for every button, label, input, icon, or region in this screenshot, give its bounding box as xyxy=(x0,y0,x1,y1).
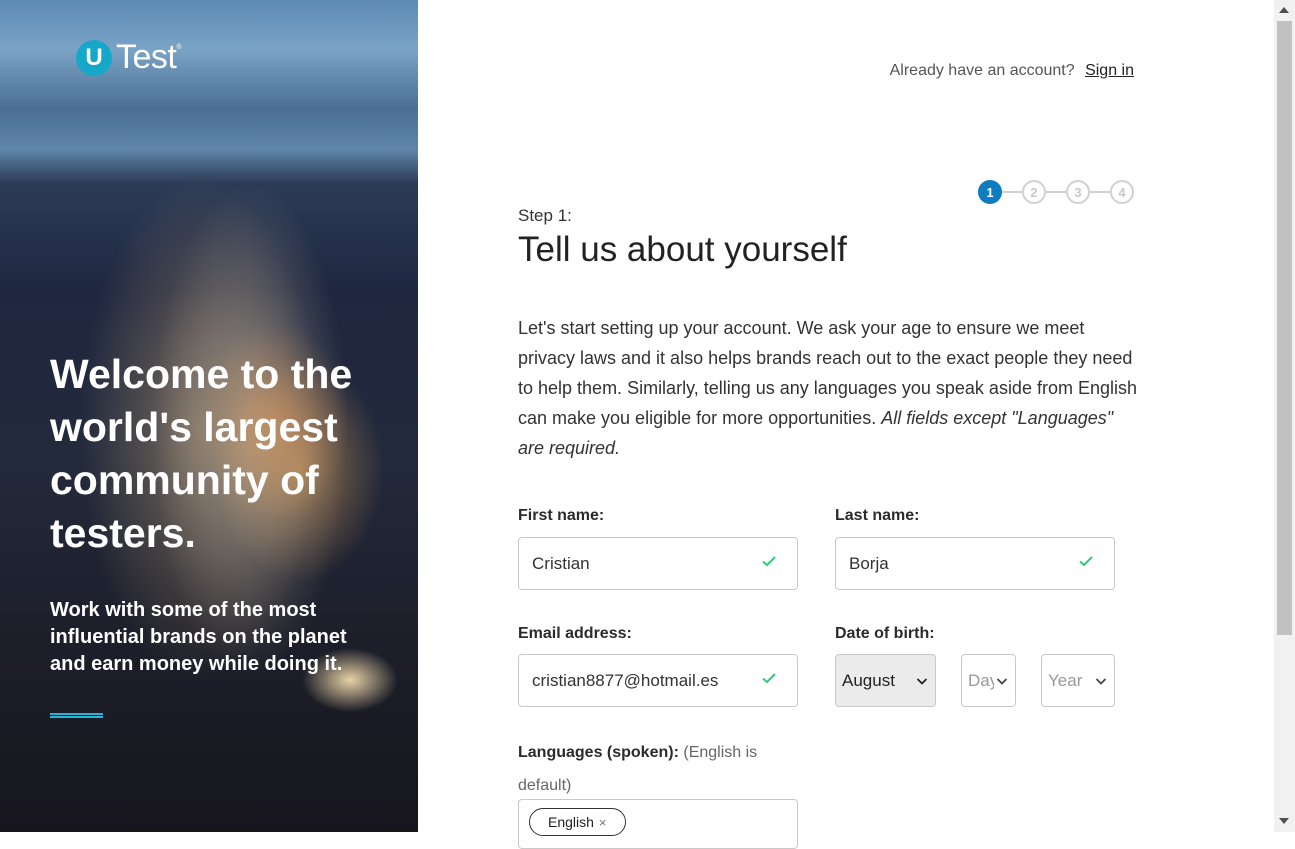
chevron-down-icon xyxy=(996,678,1008,685)
hero-subtitle: Work with some of the most influential b… xyxy=(50,599,347,675)
email-label: Email address: xyxy=(518,625,632,642)
email-value: cristian8877@hotmail.es xyxy=(532,670,719,690)
chevron-down-icon xyxy=(1095,678,1107,685)
step-connector xyxy=(1002,191,1022,193)
step-label: Step 1: xyxy=(518,206,572,225)
valid-check-icon xyxy=(1079,556,1093,567)
language-chip-label: English xyxy=(548,814,594,830)
dob-month-select[interactable]: August xyxy=(835,654,936,707)
step-4: 4 xyxy=(1110,180,1134,204)
hero-panel: U Test ® Welcome to the world's largest … xyxy=(0,0,418,832)
utest-logo[interactable]: U Test ® xyxy=(76,38,182,77)
email-input[interactable]: cristian8877@hotmail.es xyxy=(518,654,798,707)
last-name-value: Borja xyxy=(849,553,889,573)
chip-remove-icon[interactable]: × xyxy=(599,815,607,830)
dob-year-value: Year xyxy=(1048,670,1083,690)
languages-label-text: Languages (spoken): xyxy=(518,744,679,761)
step-1: 1 xyxy=(978,180,1002,204)
logo-circle: U xyxy=(76,39,112,76)
hero-divider xyxy=(50,713,103,718)
logo-text: Test xyxy=(116,38,177,76)
last-name-label: Last name: xyxy=(835,507,920,524)
scroll-up-arrow-icon[interactable] xyxy=(1279,7,1289,13)
scrollbar-thumb[interactable] xyxy=(1277,21,1292,635)
valid-check-icon xyxy=(762,556,776,567)
first-name-label: First name: xyxy=(518,507,605,524)
chevron-down-icon xyxy=(916,678,928,685)
dob-year-select[interactable]: Year xyxy=(1041,654,1115,707)
vertical-scrollbar[interactable] xyxy=(1274,0,1295,832)
step-3: 3 xyxy=(1066,180,1090,204)
page-title: Tell us about yourself xyxy=(518,230,847,269)
step-connector xyxy=(1046,191,1066,193)
progress-stepper: 1 2 3 4 xyxy=(978,180,1134,204)
languages-label: Languages (spoken): (English is default) xyxy=(518,736,798,802)
valid-check-icon xyxy=(762,673,776,684)
step-2: 2 xyxy=(1022,180,1046,204)
languages-input[interactable]: English × xyxy=(518,799,798,849)
first-name-input[interactable]: Cristian xyxy=(518,537,798,590)
dob-label: Date of birth: xyxy=(835,625,935,642)
dob-day-select[interactable]: Day xyxy=(961,654,1016,707)
signin-link[interactable]: Sign in xyxy=(1085,62,1134,79)
logo-trademark: ® xyxy=(176,44,182,51)
scroll-down-arrow-icon[interactable] xyxy=(1279,818,1289,824)
dob-month-value: August xyxy=(842,670,895,690)
signin-prompt: Already have an account? xyxy=(889,62,1075,79)
dob-day-value: Day xyxy=(968,670,994,690)
hero-title: Welcome to the world's largest community… xyxy=(50,351,353,556)
step-connector xyxy=(1090,191,1110,193)
first-name-value: Cristian xyxy=(532,553,590,573)
signin-row: Already have an account? Sign in xyxy=(890,62,1134,80)
intro-text: Let's start setting up your account. We … xyxy=(518,313,1138,463)
last-name-input[interactable]: Borja xyxy=(835,537,1115,590)
